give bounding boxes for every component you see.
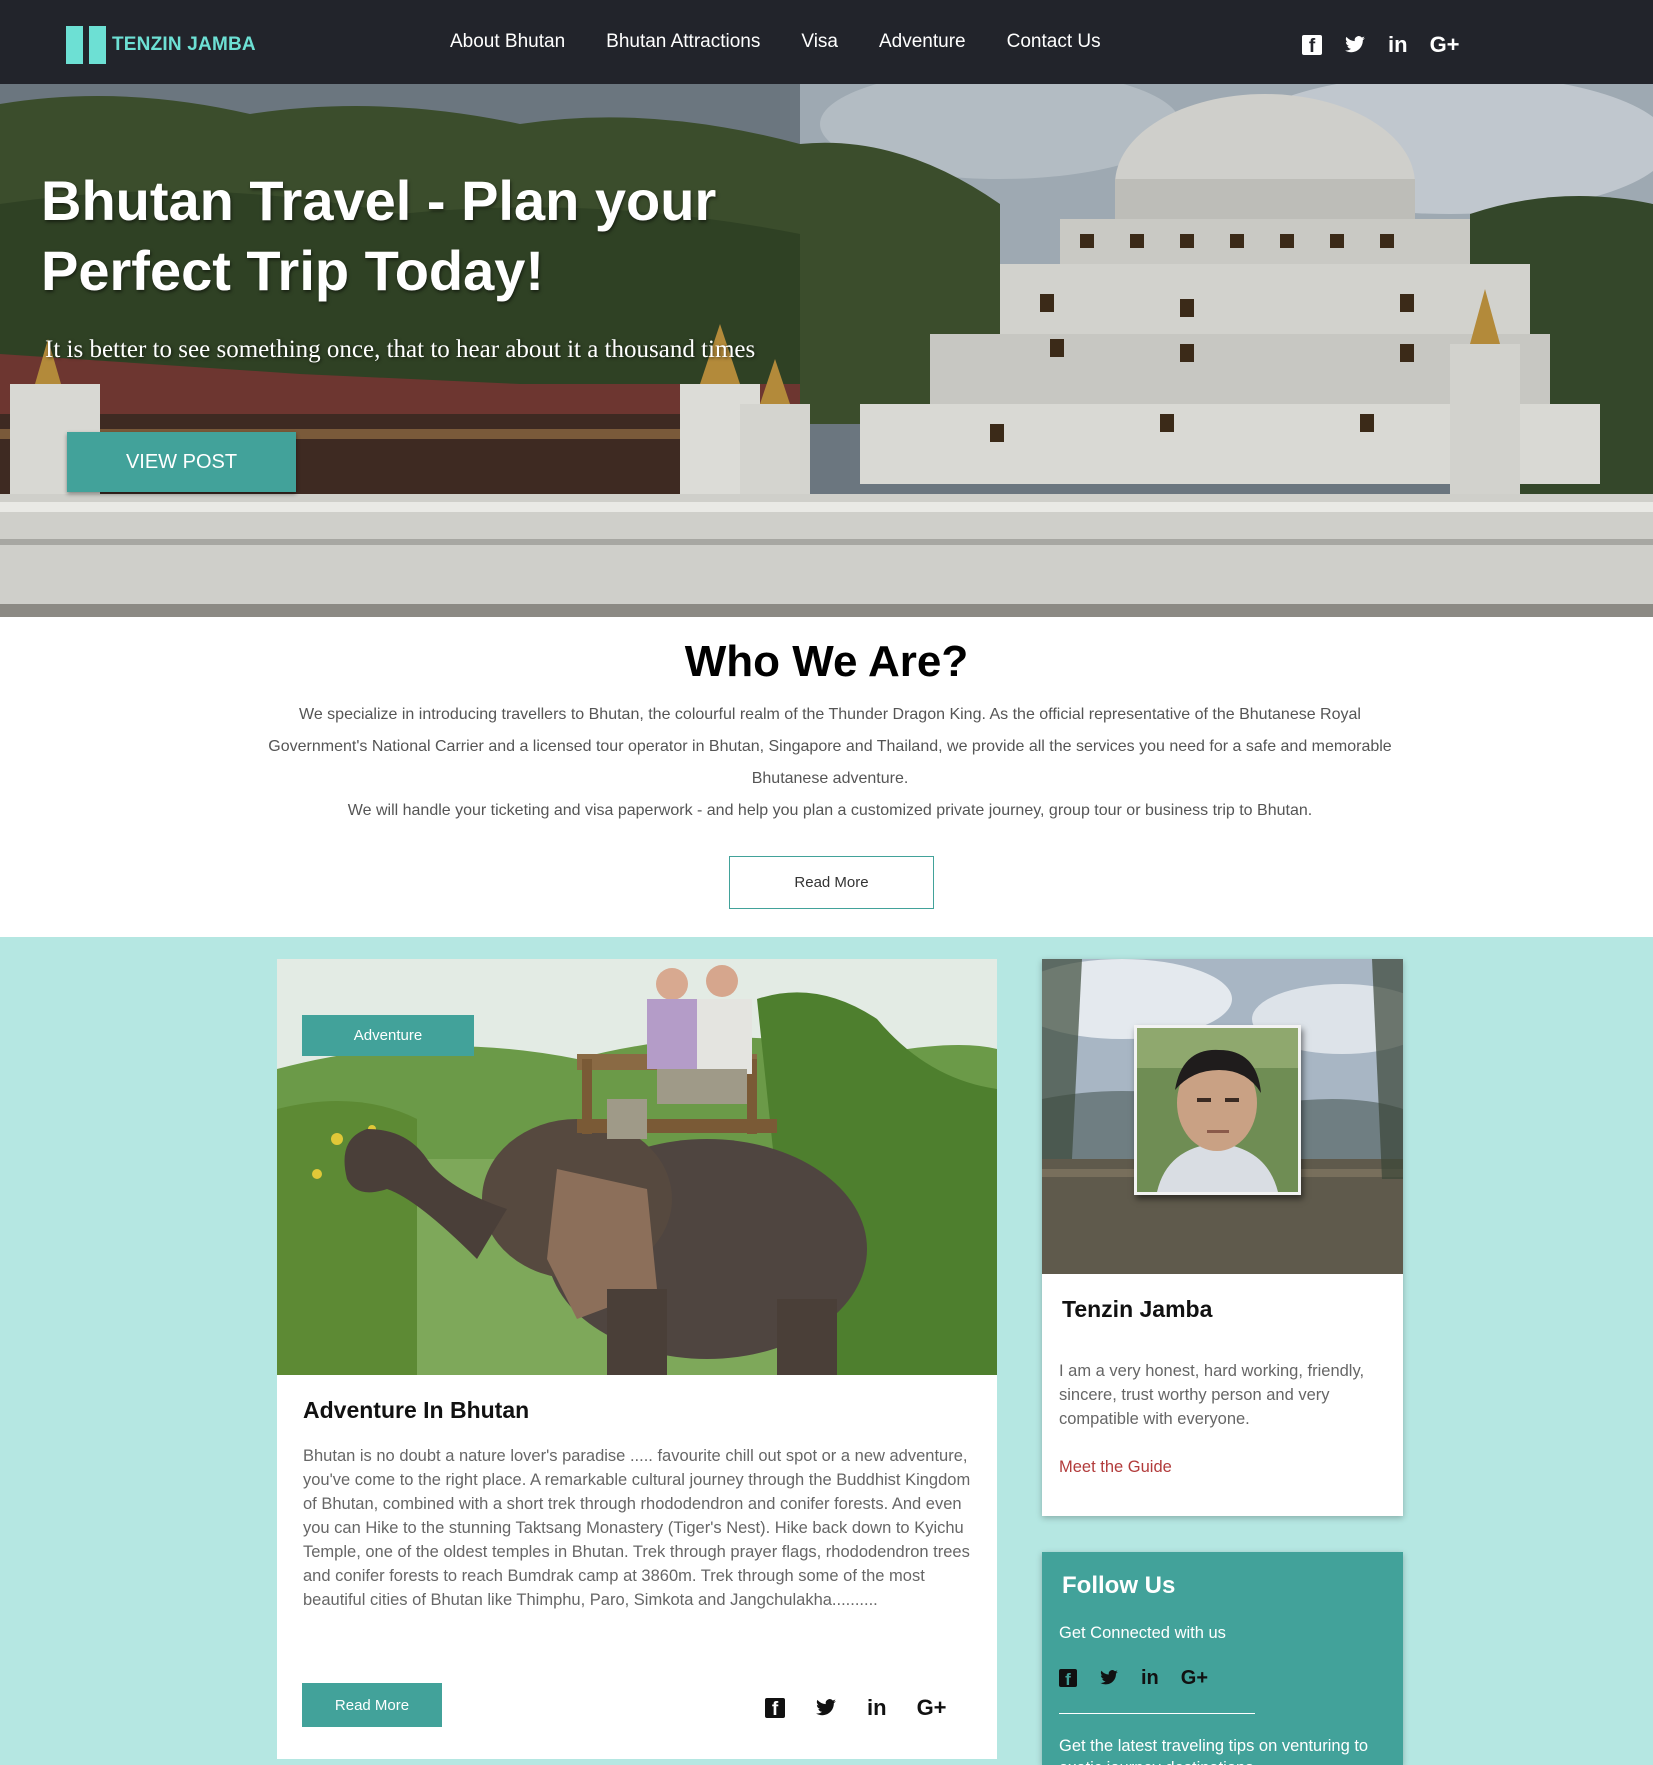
facebook-icon[interactable]: f [765,1698,785,1720]
hero-subtitle: It is better to see something once, that… [45,336,756,363]
guide-name: Tenzin Jamba [1062,1296,1213,1322]
hero-banner: Bhutan Travel - Plan your Perfect Trip T… [0,84,1653,617]
brand-logo[interactable]: TENZIN JAMBA [66,26,256,64]
twitter-icon[interactable] [815,1699,837,1717]
top-navbar: TENZIN JAMBA About Bhutan Bhutan Attract… [0,0,1653,84]
nav-link-contact-us[interactable]: Contact Us [1007,31,1101,53]
main-nav: About Bhutan Bhutan Attractions Visa Adv… [450,31,1142,53]
follow-us-heading: Follow Us [1062,1572,1176,1599]
guide-description: I am a very honest, hard working, friend… [1059,1362,1365,1428]
hero-title: Bhutan Travel - Plan your Perfect Trip T… [41,169,717,302]
follow-us-card: Follow Us Get Connected with us f in G+ … [1042,1552,1403,1765]
nav-link-adventure[interactable]: Adventure [879,31,966,53]
nav-link-about-bhutan[interactable]: About Bhutan [450,31,565,53]
linkedin-icon[interactable]: in [1141,1667,1159,1689]
post-share-links: f in G+ [765,1697,947,1720]
nav-social-links: f in G+ [1302,34,1460,57]
nav-link-visa[interactable]: Visa [801,31,838,53]
meet-the-guide-link[interactable]: Meet the Guide [1059,1458,1172,1477]
who-we-are-section: Who We Are? We specialize in introducing… [0,617,1653,937]
adventure-post-card: Adventure Adventure In Bhutan Bhutan is … [277,959,997,1759]
post-title[interactable]: Adventure In Bhutan [303,1397,529,1424]
brand-name: TENZIN JAMBA [112,34,256,55]
follow-social-links: f in G+ [1059,1667,1208,1689]
guide-portrait-image [1134,1025,1301,1195]
facebook-icon[interactable]: f [1302,35,1322,57]
follow-tips-text: Get the latest traveling tips on venturi… [1059,1737,1369,1765]
nav-link-bhutan-attractions[interactable]: Bhutan Attractions [606,31,760,53]
guide-profile-card: Tenzin Jamba I am a very honest, hard wo… [1042,959,1403,1516]
follow-divider [1059,1713,1255,1714]
follow-us-subtitle: Get Connected with us [1059,1624,1226,1642]
post-read-more-button[interactable]: Read More [302,1683,442,1727]
who-we-are-heading: Who We Are? [684,637,969,686]
elephant-ride-image[interactable]: Adventure [277,959,997,1375]
logo-mark-icon [66,26,106,64]
google-plus-icon[interactable]: G+ [1430,34,1460,56]
who-we-are-paragraph-2: We will handle your ticketing and visa p… [347,802,1313,819]
post-excerpt: Bhutan is no doubt a nature lover's para… [303,1447,971,1609]
twitter-icon[interactable] [1344,36,1366,54]
guide-background-image [1042,959,1403,1274]
linkedin-icon[interactable]: in [867,1697,887,1719]
facebook-icon[interactable]: f [1059,1669,1077,1689]
google-plus-icon[interactable]: G+ [917,1697,947,1719]
who-read-more-button[interactable]: Read More [729,856,934,909]
linkedin-icon[interactable]: in [1388,34,1408,56]
twitter-icon[interactable] [1099,1670,1119,1686]
google-plus-icon[interactable]: G+ [1181,1667,1208,1689]
post-category-tag[interactable]: Adventure [302,1015,474,1056]
view-post-button[interactable]: VIEW POST [67,432,296,492]
who-we-are-text: We specialize in introducing travellers … [260,699,1400,827]
who-we-are-paragraph-1: We specialize in introducing travellers … [268,706,1392,787]
